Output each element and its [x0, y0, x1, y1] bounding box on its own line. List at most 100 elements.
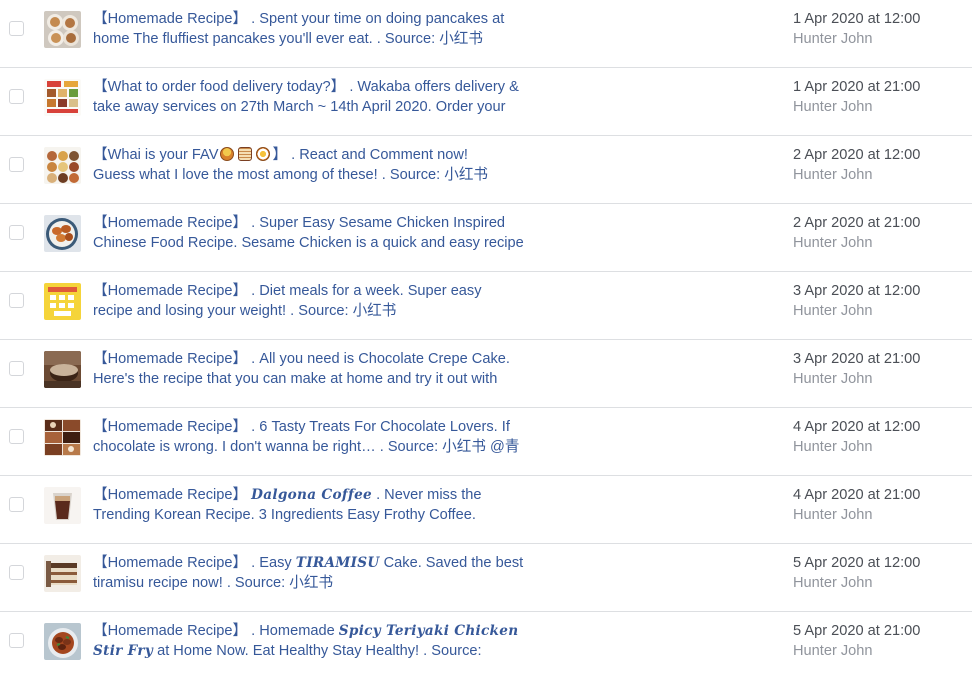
post-thumbnail-foodgrid[interactable] [44, 147, 81, 184]
post-author: Hunter John [793, 371, 873, 387]
post-meta: 1 Apr 2020 at 12:00 Hunter John [793, 9, 920, 49]
text-segment: Guess what I love the most among of thes… [93, 167, 489, 183]
post-row[interactable]: 【Homemade Recipe】 . All you need is Choc… [0, 340, 972, 408]
post-list: 【Homemade Recipe】 . Spent your time on d… [0, 0, 972, 680]
select-checkbox[interactable] [9, 633, 24, 648]
post-text-line-2: Here's the recipe that you can make at h… [93, 369, 553, 389]
post-author: Hunter John [793, 575, 873, 591]
post-text[interactable]: 【Homemade Recipe】 . Spent your time on d… [93, 9, 553, 49]
select-checkbox[interactable] [9, 565, 24, 580]
select-checkbox[interactable] [9, 225, 24, 240]
post-text[interactable]: 【Homemade Recipe】 . Homemade Spicy Teriy… [93, 621, 553, 661]
thumbnail-image [44, 487, 81, 524]
text-segment: 【Homemade Recipe】 . Super Easy Sesame Ch… [93, 215, 506, 231]
styled-text: TIRAMISU [295, 555, 380, 571]
post-row[interactable]: 【Homemade Recipe】 . Easy TIRAMISU Cake. … [0, 544, 972, 612]
post-author: Hunter John [793, 439, 873, 455]
post-text[interactable]: 【Homemade Recipe】 Dalgona Coffee . Never… [93, 485, 553, 525]
egg-emoji-icon [256, 147, 271, 161]
post-thumbnail-diet[interactable] [44, 283, 81, 320]
select-checkbox[interactable] [9, 361, 24, 376]
post-thumbnail-pancakes[interactable] [44, 11, 81, 48]
post-thumbnail-menu[interactable] [44, 79, 81, 116]
post-date: 3 Apr 2020 at 12:00 [793, 283, 921, 299]
text-segment: at Home Now. Eat Healthy Stay Healthy! .… [153, 643, 482, 659]
thumbnail-image [44, 283, 81, 320]
post-row[interactable]: 【Homemade Recipe】 . Super Easy Sesame Ch… [0, 204, 972, 272]
text-segment: chocolate is wrong. I don't wanna be rig… [93, 439, 520, 455]
select-checkbox[interactable] [9, 89, 24, 104]
select-checkbox[interactable] [9, 21, 24, 36]
post-text-line-1: 【Homemade Recipe】 Dalgona Coffee . Never… [93, 485, 553, 505]
post-row[interactable]: 【Homemade Recipe】 . Homemade Spicy Teriy… [0, 612, 972, 680]
post-date: 2 Apr 2020 at 12:00 [793, 147, 921, 163]
post-meta: 5 Apr 2020 at 21:00 Hunter John [793, 621, 920, 661]
thumbnail-image [44, 11, 81, 48]
select-checkbox[interactable] [9, 293, 24, 308]
post-meta: 1 Apr 2020 at 21:00 Hunter John [793, 77, 920, 117]
post-thumbnail-teriyaki[interactable] [44, 623, 81, 660]
post-text-line-2: Chinese Food Recipe. Sesame Chicken is a… [93, 233, 553, 253]
styled-text: Stir Fry [93, 643, 154, 659]
post-date: 5 Apr 2020 at 12:00 [793, 555, 921, 571]
thumbnail-image [44, 555, 81, 592]
select-checkbox[interactable] [9, 157, 24, 172]
text-segment: Trending Korean Recipe. 3 Ingredients Ea… [93, 507, 476, 523]
post-text[interactable]: 【Homemade Recipe】 . Super Easy Sesame Ch… [93, 213, 553, 253]
post-text-line-2: home The fluffiest pancakes you'll ever … [93, 29, 553, 49]
post-text-line-1: 【Homemade Recipe】 . Diet meals for a wee… [93, 281, 553, 301]
post-row[interactable]: 【Homemade Recipe】 Dalgona Coffee . Never… [0, 476, 972, 544]
post-thumbnail-crepe[interactable] [44, 351, 81, 388]
text-segment: 【What to order food delivery today?】 . W… [93, 79, 519, 95]
curry-emoji-icon [220, 147, 235, 161]
text-segment: home The fluffiest pancakes you'll ever … [93, 31, 483, 47]
post-author: Hunter John [793, 507, 873, 523]
post-date: 5 Apr 2020 at 21:00 [793, 623, 921, 639]
post-text[interactable]: 【Homemade Recipe】 . All you need is Choc… [93, 349, 553, 389]
text-segment: 【Homemade Recipe】 . Homemade [93, 623, 339, 639]
post-author: Hunter John [793, 235, 873, 251]
post-row[interactable]: 【Whai is your FAV 】 . React and Comment n… [0, 136, 972, 204]
text-segment: tiramisu recipe now! . Source: 小红书 [93, 575, 334, 591]
post-row[interactable]: 【What to order food delivery today?】 . W… [0, 68, 972, 136]
post-text-line-2: Guess what I love the most among of thes… [93, 165, 553, 185]
thumbnail-image [44, 623, 81, 660]
post-text[interactable]: 【Homemade Recipe】 . Easy TIRAMISU Cake. … [93, 553, 553, 593]
post-text[interactable]: 【Whai is your FAV 】 . React and Comment n… [93, 145, 553, 185]
post-thumbnail-coffee[interactable] [44, 487, 81, 524]
post-date: 1 Apr 2020 at 12:00 [793, 11, 921, 27]
post-text[interactable]: 【What to order food delivery today?】 . W… [93, 77, 553, 117]
thumbnail-image [44, 147, 81, 184]
post-row[interactable]: 【Homemade Recipe】 . Diet meals for a wee… [0, 272, 972, 340]
post-text-line-1: 【Homemade Recipe】 . 6 Tasty Treats For C… [93, 417, 553, 437]
post-text-line-1: 【Homemade Recipe】 . All you need is Choc… [93, 349, 553, 369]
select-checkbox[interactable] [9, 429, 24, 444]
noodles-emoji-icon [238, 147, 253, 161]
post-meta: 3 Apr 2020 at 21:00 Hunter John [793, 349, 920, 389]
post-row[interactable]: 【Homemade Recipe】 . Spent your time on d… [0, 0, 972, 68]
post-thumbnail-tiramisu[interactable] [44, 555, 81, 592]
post-thumbnail-chocolates[interactable] [44, 419, 81, 456]
text-segment: 【Homemade Recipe】 . Easy [93, 555, 296, 571]
post-date: 3 Apr 2020 at 21:00 [793, 351, 921, 367]
text-segment: 【Homemade Recipe】 [93, 487, 252, 503]
post-text-line-1: 【What to order food delivery today?】 . W… [93, 77, 553, 97]
select-checkbox[interactable] [9, 497, 24, 512]
styled-text: Spicy Teriyaki Chicken [338, 623, 519, 639]
post-row[interactable]: 【Homemade Recipe】 . 6 Tasty Treats For C… [0, 408, 972, 476]
post-author: Hunter John [793, 31, 873, 47]
post-text[interactable]: 【Homemade Recipe】 . 6 Tasty Treats For C… [93, 417, 553, 457]
post-text-line-2: Stir Fry at Home Now. Eat Healthy Stay H… [93, 641, 553, 661]
post-thumbnail-chicken[interactable] [44, 215, 81, 252]
text-segment: 【Homemade Recipe】 . Spent your time on d… [93, 11, 505, 27]
post-text-line-1: 【Homemade Recipe】 . Spent your time on d… [93, 9, 553, 29]
post-text[interactable]: 【Homemade Recipe】 . Diet meals for a wee… [93, 281, 553, 321]
post-author: Hunter John [793, 303, 873, 319]
post-text-line-2: tiramisu recipe now! . Source: 小红书 [93, 573, 553, 593]
post-text-line-2: Trending Korean Recipe. 3 Ingredients Ea… [93, 505, 553, 525]
post-author: Hunter John [793, 167, 873, 183]
thumbnail-image [44, 79, 81, 116]
post-date: 2 Apr 2020 at 21:00 [793, 215, 921, 231]
text-segment: 【Homemade Recipe】 . 6 Tasty Treats For C… [93, 419, 510, 435]
post-meta: 4 Apr 2020 at 12:00 Hunter John [793, 417, 920, 457]
